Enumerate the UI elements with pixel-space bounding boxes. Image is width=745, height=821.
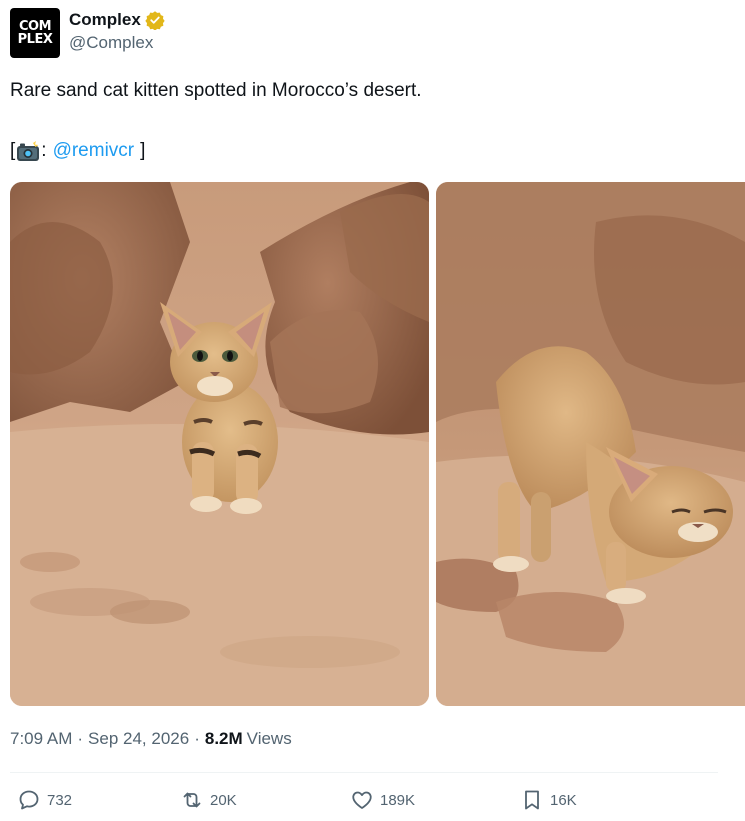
meta-separator: · — [194, 729, 200, 748]
photo-sand-cat-sitting[interactable] — [10, 182, 429, 706]
views-count: 8.2M — [204, 729, 243, 748]
credit-open-bracket: [ — [10, 140, 16, 161]
avatar[interactable]: COM PLEX — [10, 8, 60, 58]
repost-count: 20K — [210, 791, 237, 809]
sand-cat-sitting-image — [10, 182, 429, 706]
media-gallery — [10, 182, 745, 706]
heart-icon — [352, 791, 372, 809]
account-names: Complex @Complex — [69, 10, 165, 53]
reply-icon — [19, 790, 39, 810]
tweet-header: COM PLEX Complex @Complex — [10, 8, 165, 58]
sand-cat-stretching-image — [436, 182, 745, 706]
reply-count: 732 — [47, 791, 73, 809]
views-label: Views — [246, 729, 292, 748]
camera-flash-icon — [17, 140, 40, 161]
photographer-mention-link[interactable]: @remivcr — [53, 138, 135, 164]
divider — [10, 772, 718, 773]
avatar-text-bottom: PLEX — [17, 32, 53, 47]
repost-icon — [183, 792, 201, 808]
action-bar: 732 20K 189K 16K — [0, 788, 745, 816]
tweet-meta: 7:09 AM · Sep 24, 2026 · 8.2M Views — [10, 729, 292, 749]
account-handle[interactable]: @Complex — [69, 33, 165, 53]
tweet-text: Rare sand cat kitten spotted in Morocco’… — [10, 80, 422, 101]
credit-colon: : — [41, 140, 47, 161]
display-name[interactable]: Complex — [69, 10, 141, 30]
photo-credit: [ : @remivcr ] — [10, 138, 145, 164]
repost-button[interactable]: 20K — [180, 788, 237, 812]
verified-badge-icon[interactable] — [145, 10, 165, 30]
reply-button[interactable]: 732 — [17, 788, 72, 812]
like-count: 189K — [380, 791, 416, 809]
bookmark-button[interactable]: 16K — [520, 788, 577, 812]
photo-sand-cat-stretching[interactable] — [436, 182, 745, 706]
bookmark-count: 16K — [550, 791, 577, 809]
bookmark-icon — [525, 790, 539, 810]
tweet-date[interactable]: Sep 24, 2026 — [88, 729, 189, 749]
tweet-time[interactable]: 7:09 AM — [10, 729, 72, 749]
like-button[interactable]: 189K — [350, 788, 415, 812]
credit-close-bracket: ] — [140, 140, 146, 161]
meta-separator: · — [77, 729, 84, 748]
